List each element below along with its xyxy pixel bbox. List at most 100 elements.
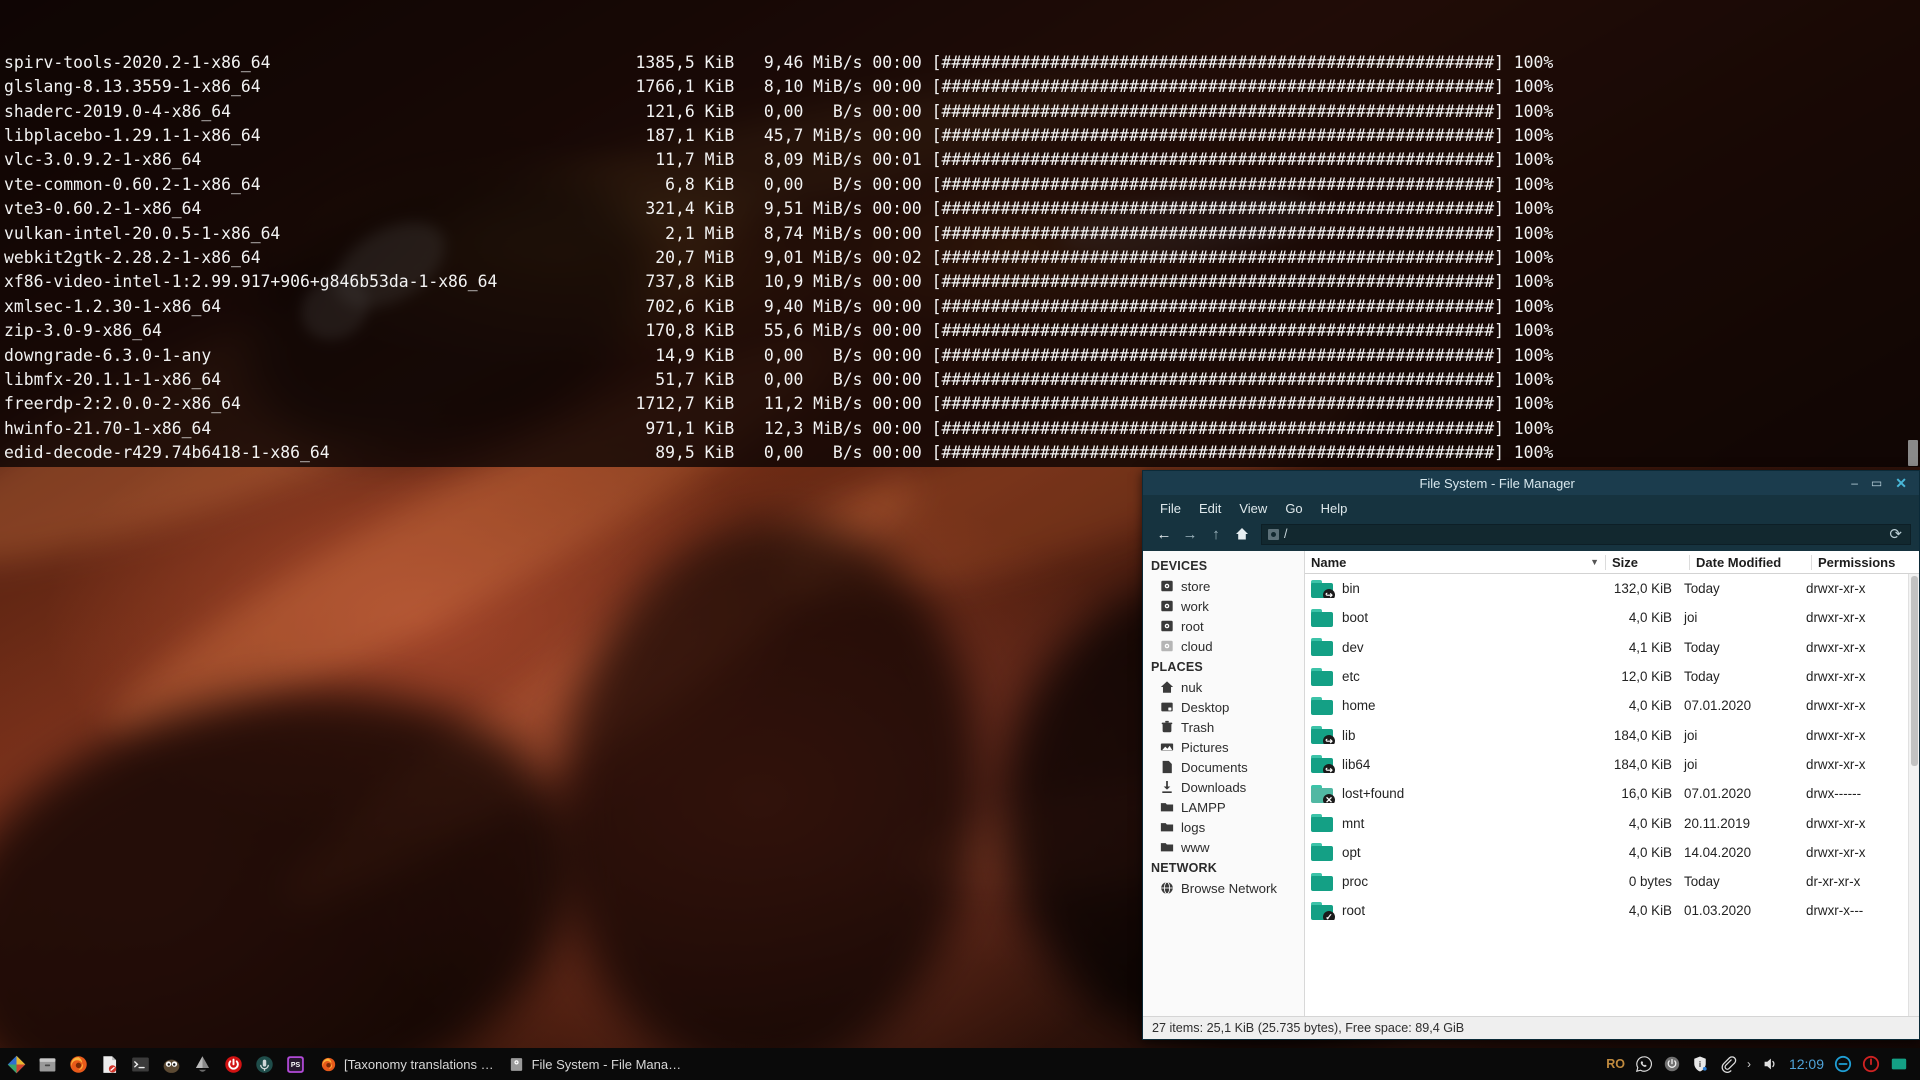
launcher-app-menu[interactable]	[6, 1054, 27, 1075]
up-button[interactable]: ↑	[1203, 523, 1229, 545]
table-row[interactable]: ↪ lib64 184,0 KiB joi drwxr-xr-x	[1305, 750, 1908, 779]
sidebar-item-cloud[interactable]: cloud	[1143, 636, 1304, 656]
maximize-icon[interactable]: ▭	[1871, 477, 1882, 489]
launcher-firefox[interactable]	[68, 1054, 89, 1075]
cell-name[interactable]: opt	[1305, 843, 1594, 862]
file-list-scrollbar-thumb[interactable]	[1911, 576, 1918, 766]
table-row[interactable]: dev 4,1 KiB Today drwxr-xr-x	[1305, 633, 1908, 662]
terminal-window[interactable]: spirv-tools-2020.2-1-x86_64 1385,5 KiB 9…	[0, 0, 1920, 467]
cell-name[interactable]: dev	[1305, 638, 1594, 657]
sidebar-item-browse-network[interactable]: Browse Network	[1143, 878, 1304, 898]
cell-name[interactable]: mnt	[1305, 814, 1594, 833]
column-header-date[interactable]: Date Modified	[1689, 554, 1811, 570]
column-header-permissions[interactable]: Permissions	[1811, 554, 1919, 570]
column-header-name[interactable]: Name ▼	[1305, 555, 1605, 570]
table-row[interactable]: mnt 4,0 KiB 20.11.2019 drwxr-xr-x	[1305, 808, 1908, 837]
whatsapp-icon[interactable]	[1635, 1055, 1653, 1073]
launcher-audio-recorder[interactable]	[254, 1054, 275, 1075]
sidebar-item-pictures[interactable]: Pictures	[1143, 737, 1304, 757]
cell-name[interactable]: ✓ root	[1305, 901, 1594, 920]
cell-name[interactable]: proc	[1305, 872, 1594, 891]
sidebar-item-trash[interactable]: Trash	[1143, 717, 1304, 737]
updates-icon[interactable]: i	[1691, 1055, 1709, 1073]
system-tray[interactable]: RO i › 12:09	[1606, 1055, 1914, 1073]
sidebar-item-work[interactable]: work	[1143, 596, 1304, 616]
shutdown-icon[interactable]	[1862, 1055, 1880, 1073]
taskbar-window-button[interactable]: File System - File Mana…	[508, 1056, 681, 1073]
menu-file[interactable]: File	[1151, 499, 1190, 518]
text-editor-icon[interactable]	[99, 1054, 120, 1075]
table-row[interactable]: ✓ root 4,0 KiB 01.03.2020 drwxr-x---	[1305, 896, 1908, 925]
sort-descending-icon[interactable]: ▼	[1590, 557, 1599, 567]
power-manager-icon[interactable]	[1663, 1055, 1681, 1073]
file-manager-titlebar[interactable]: File System - File Manager – ▭ ✕	[1143, 471, 1919, 495]
gimp-icon[interactable]	[161, 1054, 182, 1075]
sidebar-item-documents[interactable]: Documents	[1143, 757, 1304, 777]
cell-name[interactable]: ↪ lib64	[1305, 755, 1594, 774]
cell-name[interactable]: ↪ bin	[1305, 579, 1594, 598]
audio-recorder-icon[interactable]	[254, 1054, 275, 1075]
path-bar[interactable]: / ⟳	[1261, 523, 1911, 545]
menu-edit[interactable]: Edit	[1190, 499, 1230, 518]
toolbar[interactable]: ← → ↑ / ⟳	[1143, 521, 1919, 551]
table-row[interactable]: etc 12,0 KiB Today drwxr-xr-x	[1305, 662, 1908, 691]
sidebar-item-store[interactable]: store	[1143, 576, 1304, 596]
table-row[interactable]: ✕ lost+found 16,0 KiB 07.01.2020 drwx------	[1305, 779, 1908, 808]
tray-expand-icon[interactable]: ›	[1747, 1057, 1751, 1071]
column-header-size[interactable]: Size	[1605, 554, 1689, 570]
launcher-file-archiver[interactable]	[37, 1054, 58, 1075]
app-menu-icon[interactable]	[6, 1054, 27, 1075]
firefox-icon[interactable]	[320, 1056, 337, 1073]
sidebar-item-downloads[interactable]: Downloads	[1143, 777, 1304, 797]
launcher-power[interactable]	[223, 1054, 244, 1075]
menu-bar[interactable]: File Edit View Go Help	[1143, 495, 1919, 521]
taskbar[interactable]: PS [Taxonomy translations … File System -…	[0, 1048, 1920, 1080]
sidebar-item-desktop[interactable]: Desktop	[1143, 697, 1304, 717]
back-button[interactable]: ←	[1151, 523, 1177, 545]
sidebar-item-nuk[interactable]: nuk	[1143, 677, 1304, 697]
home-button[interactable]	[1229, 523, 1255, 545]
sidebar-item-www[interactable]: www	[1143, 837, 1304, 857]
close-icon[interactable]: ✕	[1895, 476, 1907, 490]
keyboard-layout-indicator[interactable]: RO	[1606, 1057, 1625, 1071]
launcher-terminal[interactable]	[130, 1054, 151, 1075]
launcher-inkscape[interactable]	[192, 1054, 213, 1075]
file-archiver-icon[interactable]	[37, 1054, 58, 1075]
launcher-phpstorm[interactable]: PS	[285, 1054, 306, 1075]
show-desktop-icon[interactable]	[1890, 1055, 1908, 1073]
clipboard-icon[interactable]	[1719, 1055, 1737, 1073]
filemanager-icon[interactable]	[508, 1056, 525, 1073]
table-row[interactable]: proc 0 bytes Today dr-xr-xr-x	[1305, 867, 1908, 896]
file-manager-window[interactable]: File System - File Manager – ▭ ✕ File Edi…	[1142, 470, 1920, 1040]
power-icon[interactable]	[223, 1054, 244, 1075]
minimize-icon[interactable]: –	[1851, 477, 1858, 489]
cell-name[interactable]: boot	[1305, 608, 1594, 627]
volume-icon[interactable]	[1761, 1055, 1779, 1073]
cell-name[interactable]: etc	[1305, 667, 1594, 686]
cell-name[interactable]: ↪ lib	[1305, 726, 1594, 745]
menu-view[interactable]: View	[1230, 499, 1276, 518]
cell-name[interactable]: home	[1305, 696, 1594, 715]
cell-name[interactable]: ✕ lost+found	[1305, 784, 1594, 803]
clock[interactable]: 12:09	[1789, 1056, 1824, 1072]
file-list-scrollbar[interactable]	[1908, 574, 1919, 1016]
taskbar-window-button[interactable]: [Taxonomy translations …	[320, 1056, 494, 1073]
reload-icon[interactable]: ⟳	[1889, 525, 1904, 543]
terminal-icon[interactable]	[130, 1054, 151, 1075]
sidebar-item-root[interactable]: root	[1143, 616, 1304, 636]
file-rows[interactable]: ↪ bin 132,0 KiB Today drwxr-xr-x boot 4,0 KiB j…	[1305, 574, 1908, 1016]
sidebar-item-logs[interactable]: logs	[1143, 817, 1304, 837]
column-headers[interactable]: Name ▼ Size Date Modified Permissions	[1305, 551, 1919, 574]
table-row[interactable]: ↪ lib 184,0 KiB joi drwxr-xr-x	[1305, 720, 1908, 749]
menu-help[interactable]: Help	[1312, 499, 1357, 518]
table-row[interactable]: ↪ bin 132,0 KiB Today drwxr-xr-x	[1305, 574, 1908, 603]
forward-button[interactable]: →	[1177, 523, 1203, 545]
terminal-scrollbar-thumb[interactable]	[1908, 440, 1918, 466]
sidebar[interactable]: DEVICES store work root cloud PLACES nuk Deskto…	[1143, 551, 1305, 1016]
table-row[interactable]: home 4,0 KiB 07.01.2020 drwxr-xr-x	[1305, 691, 1908, 720]
window-controls[interactable]: – ▭ ✕	[1851, 476, 1919, 490]
phpstorm-icon[interactable]: PS	[285, 1054, 306, 1075]
minus-circle-icon[interactable]	[1834, 1055, 1852, 1073]
table-row[interactable]: boot 4,0 KiB joi drwxr-xr-x	[1305, 603, 1908, 632]
table-row[interactable]: opt 4,0 KiB 14.04.2020 drwxr-xr-x	[1305, 838, 1908, 867]
